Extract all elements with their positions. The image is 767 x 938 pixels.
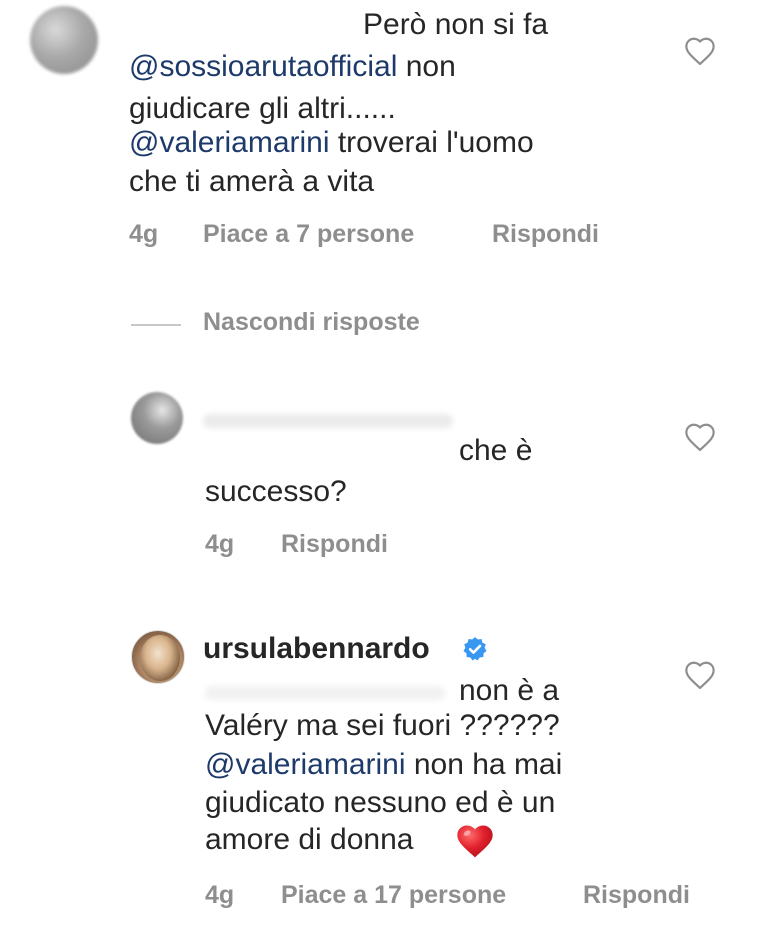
comment-text-line: che è (459, 434, 533, 467)
red-heart-emoji (457, 825, 493, 858)
reply-button[interactable]: Rispondi (492, 220, 599, 249)
mention-link[interactable]: @valeriamarini (129, 126, 330, 159)
redacted-mention (205, 686, 445, 700)
comment-text-line: giudicare gli altri...... (129, 92, 396, 125)
comment-text-line: che ti amerà a vita (129, 165, 375, 198)
comment-text-line: Valéry ma sei fuori ?????? (205, 709, 560, 742)
heart-outline-icon[interactable] (683, 422, 717, 452)
comment-text-line: @valeriamarini non ha mai (205, 748, 563, 781)
hide-replies-button[interactable]: Nascondi risposte (203, 308, 420, 337)
commenter-avatar-blurred[interactable] (30, 6, 98, 74)
reply-button[interactable]: Rispondi (583, 881, 690, 910)
heart-outline-icon[interactable] (683, 36, 717, 66)
verified-badge-icon (463, 637, 487, 661)
reply-avatar-blurred[interactable] (131, 392, 183, 444)
comment-text-line: @sossioarutaofficial non (129, 50, 456, 83)
comment-text-line: non è a (459, 674, 560, 707)
heart-outline-icon[interactable] (683, 660, 717, 690)
comment-timestamp: 4g (205, 881, 235, 909)
comment-timestamp: 4g (205, 530, 235, 558)
reply-avatar[interactable] (131, 630, 185, 684)
thread-divider-line (131, 324, 181, 326)
mention-link[interactable]: @valeriamarini (205, 748, 406, 781)
likes-count-link[interactable]: Piace a 7 persone (203, 220, 414, 249)
likes-count-link[interactable]: Piace a 17 persone (281, 881, 506, 910)
redacted-username (203, 414, 453, 428)
comment-text-line: Però non si fa (363, 8, 549, 41)
comment-timestamp: 4g (129, 220, 159, 248)
reply-username[interactable]: ursulabennardo (203, 632, 430, 666)
comment-text-line: giudicato nessuno ed è un (205, 786, 556, 819)
reply-button[interactable]: Rispondi (281, 530, 388, 559)
comment-text-line: successo? (205, 475, 347, 508)
comment-text-line: @valeriamarini troverai l'uomo (129, 126, 534, 159)
mention-link[interactable]: @sossioarutaofficial (129, 50, 397, 83)
comment-text-line: amore di donna (205, 823, 414, 856)
